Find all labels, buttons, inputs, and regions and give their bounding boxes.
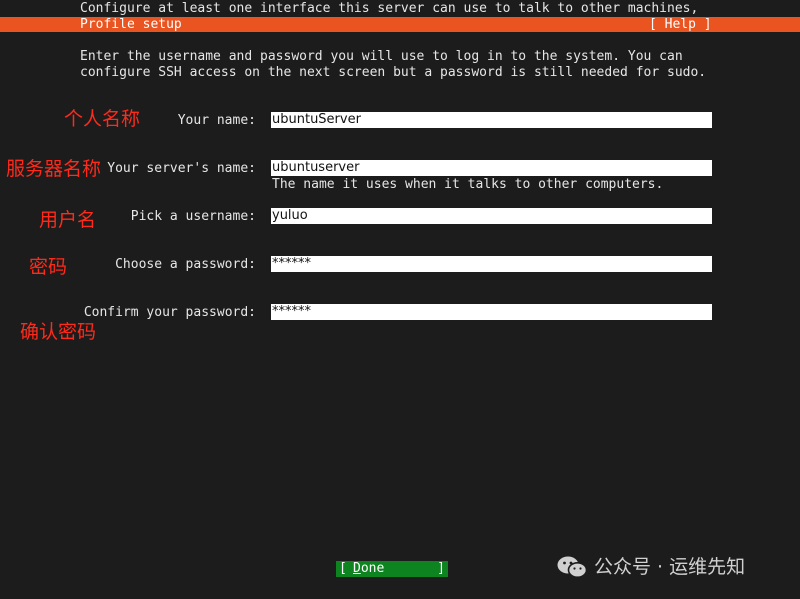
intro-text: Enter the username and password you will…	[80, 49, 707, 80]
annotation-password: 密码	[29, 256, 68, 278]
done-button[interactable]: [ Done ]	[336, 561, 448, 577]
done-close-bracket: ]	[437, 561, 445, 576]
header-bar: Profile setup [ Help ]	[0, 17, 800, 32]
done-label: Done	[353, 561, 385, 576]
username-label: Pick a username:	[130, 209, 256, 224]
server-name-field[interactable]: ubuntuserver	[271, 160, 712, 176]
server-name-hint: The name it uses when it talks to other …	[272, 177, 664, 192]
password-label: Choose a password:	[115, 257, 256, 272]
confirm-password-label: Confirm your password:	[83, 305, 256, 320]
name-field[interactable]: ubuntuServer	[271, 112, 712, 128]
annotation-name: 个人名称	[64, 108, 141, 130]
name-label: Your name:	[177, 113, 256, 128]
username-field[interactable]: yuluo	[271, 208, 712, 224]
help-button[interactable]: [ Help ]	[649, 17, 712, 32]
server-name-label: Your server's name:	[107, 161, 256, 176]
installer-screen: Configure at least one interface this se…	[0, 0, 800, 599]
confirm-password-field[interactable]: ******	[271, 304, 712, 320]
annotation-username: 用户名	[39, 209, 97, 231]
done-open-bracket: [	[339, 561, 347, 576]
wechat-icon	[557, 556, 588, 578]
previous-screen-text: Configure at least one interface this se…	[80, 1, 699, 16]
watermark-text: 公众号 · 运维先知	[594, 556, 746, 578]
password-field[interactable]: ******	[271, 256, 712, 272]
annotation-server-name: 服务器名称	[6, 158, 102, 180]
annotation-confirm-password: 确认密码	[20, 321, 97, 343]
page-title: Profile setup	[80, 17, 182, 32]
